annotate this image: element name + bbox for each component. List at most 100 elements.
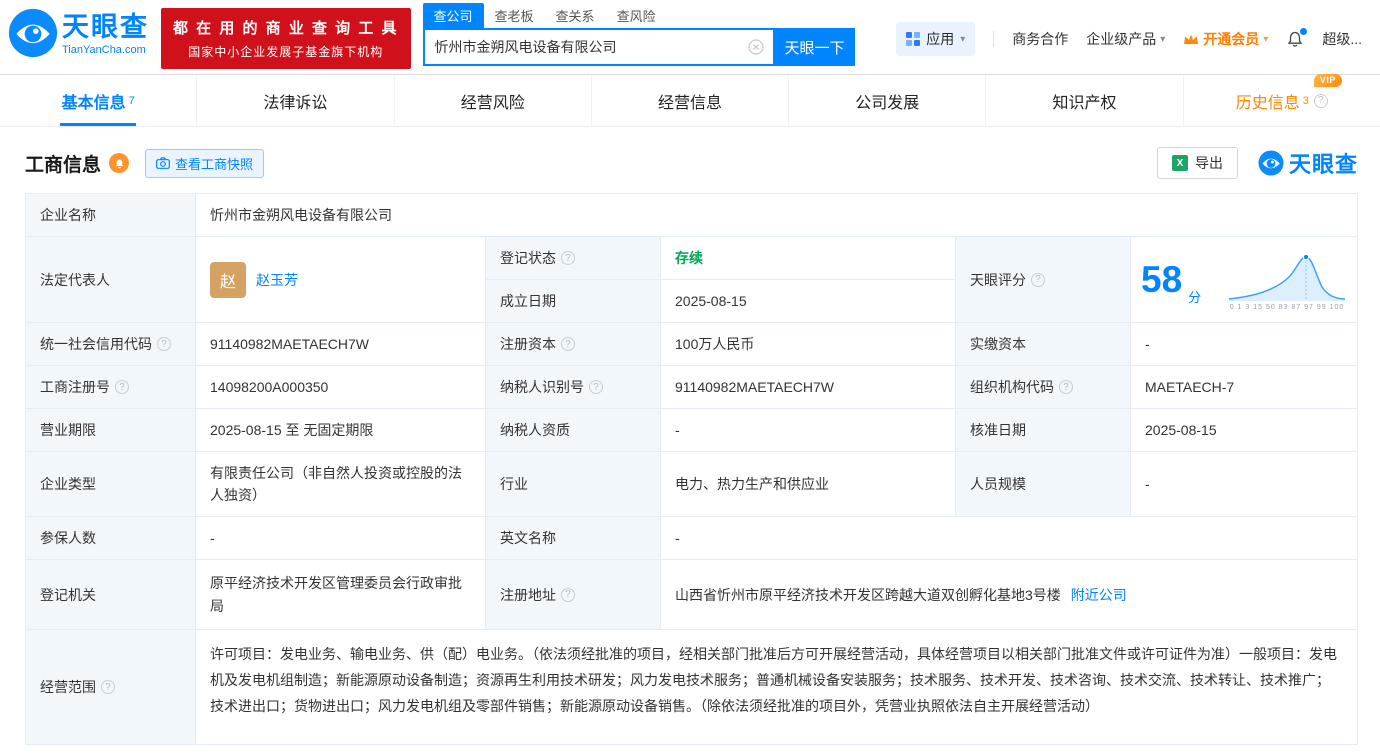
- help-icon[interactable]: [561, 588, 575, 602]
- label-credit-code: 统一社会信用代码: [26, 323, 196, 366]
- label-registration-authority: 登记机关: [26, 560, 196, 630]
- score-unit: 分: [1188, 287, 1201, 306]
- value-company-type: 有限责任公司（非自然人投资或控股的法人独资）: [196, 452, 486, 517]
- value-registration-number: 14098200A000350: [196, 366, 486, 409]
- caret-down-icon: ▾: [1160, 34, 1165, 45]
- value-credit-code: 91140982MAETAECH7W: [196, 323, 486, 366]
- value-registered-address: 山西省忻州市原平经济技术开发区跨越大道双创孵化基地3号楼 附近公司: [661, 560, 1358, 630]
- value-insured-count: -: [196, 517, 486, 560]
- label-establish-date: 成立日期: [486, 280, 661, 323]
- main-content: 工商信息 查看工商快照 X 导出 天眼查 企业名称 忻州市金朔风电设备有限公司 …: [0, 127, 1380, 745]
- value-tianyan-score[interactable]: 58 分 0 1 3 15 50 83 87 97 99 100: [1131, 237, 1358, 323]
- apps-label: 应用: [926, 29, 954, 49]
- tab-count-badge: 7: [129, 95, 135, 107]
- value-registration-status: 存续: [661, 237, 956, 280]
- value-establish-date: 2025-08-15: [661, 280, 956, 323]
- tab-company-development[interactable]: 公司发展: [789, 75, 986, 126]
- snapshot-button-label: 查看工商快照: [175, 154, 253, 173]
- subscribe-bell-icon[interactable]: [109, 153, 129, 173]
- excel-icon: X: [1172, 155, 1188, 171]
- tianyancha-logo[interactable]: 天眼查 TianYanCha.com: [8, 8, 149, 61]
- open-membership-label: 开通会员: [1203, 29, 1259, 49]
- tab-intellectual-property[interactable]: 知识产权: [986, 75, 1183, 126]
- menu-enterprise-products[interactable]: 企业级产品 ▾: [1086, 29, 1165, 49]
- value-approval-date: 2025-08-15: [1131, 409, 1358, 452]
- search-tab-company[interactable]: 查公司: [423, 3, 484, 28]
- value-paid-capital: -: [1131, 323, 1358, 366]
- brand-watermark: 天眼查: [1258, 147, 1358, 179]
- label-industry: 行业: [486, 452, 661, 517]
- menu-open-membership[interactable]: 开通会员 ▾: [1183, 29, 1268, 49]
- address-text: 山西省忻州市原平经济技术开发区跨越大道双创孵化基地3号楼: [675, 585, 1061, 605]
- status-badge: 存续: [675, 248, 703, 268]
- tab-count-badge: 3: [1303, 95, 1309, 107]
- user-menu[interactable]: 超级...: [1322, 29, 1362, 49]
- search-tab-risk[interactable]: 查风险: [606, 3, 667, 28]
- tab-legal-proceedings[interactable]: 法律诉讼: [197, 75, 394, 126]
- label-company-type: 企业类型: [26, 452, 196, 517]
- label-staff-size: 人员规模: [956, 452, 1131, 517]
- clear-search-icon[interactable]: [739, 39, 773, 55]
- help-icon[interactable]: [589, 380, 603, 394]
- active-tab-indicator: [60, 123, 136, 126]
- apps-button[interactable]: 应用 ▾: [896, 22, 975, 56]
- tab-label: 法律诉讼: [263, 89, 327, 113]
- label-taxpayer-quality: 纳税人资质: [486, 409, 661, 452]
- label-registration-number: 工商注册号: [26, 366, 196, 409]
- help-icon[interactable]: [1314, 94, 1328, 108]
- help-icon[interactable]: [115, 380, 129, 394]
- company-nav-tabs: 基本信息 7 法律诉讼 经营风险 经营信息 公司发展 知识产权 历史信息 3 V…: [0, 75, 1380, 127]
- label-tianyan-score: 天眼评分: [956, 237, 1131, 323]
- search-tab-boss[interactable]: 查老板: [484, 3, 545, 28]
- help-icon[interactable]: [561, 251, 575, 265]
- score-axis-ticks: 0 1 3 15 50 83 87 97 99 100: [1230, 304, 1345, 311]
- help-icon[interactable]: [1059, 380, 1073, 394]
- label-organization-code: 组织机构代码: [956, 366, 1131, 409]
- section-title: 工商信息: [25, 150, 101, 177]
- export-button[interactable]: X 导出: [1157, 147, 1238, 179]
- vip-badge: VIP: [1314, 74, 1342, 87]
- legal-rep-avatar[interactable]: 赵: [210, 262, 246, 298]
- value-business-scope: 许可项目：发电业务、输电业务、供（配）电业务。（依法须经批准的项目，经相关部门批…: [196, 630, 1358, 745]
- tab-basic-info[interactable]: 基本信息 7: [0, 75, 197, 126]
- help-icon[interactable]: [101, 680, 115, 694]
- help-icon[interactable]: [1031, 273, 1045, 287]
- help-icon[interactable]: [561, 337, 575, 351]
- label-paid-capital: 实缴资本: [956, 323, 1131, 366]
- tab-business-info[interactable]: 经营信息: [592, 75, 789, 126]
- tab-label: 知识产权: [1053, 89, 1117, 113]
- tab-operating-risk[interactable]: 经营风险: [395, 75, 592, 126]
- score-distribution-chart: 0 1 3 15 50 83 87 97 99 100: [1227, 249, 1347, 311]
- snapshot-button[interactable]: 查看工商快照: [145, 149, 264, 178]
- legal-rep-link[interactable]: 赵玉芳: [256, 270, 298, 290]
- search-box: [423, 28, 775, 66]
- value-taxpayer-id: 91140982MAETAECH7W: [661, 366, 956, 409]
- tianyancha-eye-icon: [8, 8, 58, 61]
- label-legal-representative: 法定代表人: [26, 237, 196, 323]
- value-organization-code: MAETAECH-7: [1131, 366, 1358, 409]
- tab-history-info[interactable]: 历史信息 3 VIP: [1184, 75, 1380, 126]
- promo-banner[interactable]: 都 在 用 的 商 业 查 询 工 具 国家中小企业发展子基金旗下机构: [161, 8, 411, 69]
- notification-dot: [1300, 28, 1307, 35]
- help-icon[interactable]: [157, 337, 171, 351]
- search-type-tabs: 查公司 查老板 查关系 查风险: [423, 6, 855, 28]
- apps-grid-icon: [906, 32, 920, 46]
- site-header: 天眼查 TianYanCha.com 都 在 用 的 商 业 查 询 工 具 国…: [0, 0, 1380, 75]
- tab-label: 经营风险: [461, 89, 525, 113]
- menu-business-cooperation[interactable]: 商务合作: [1012, 29, 1068, 49]
- label-english-name: 英文名称: [486, 517, 661, 560]
- label-taxpayer-id: 纳税人识别号: [486, 366, 661, 409]
- value-registered-capital: 100万人民币: [661, 323, 956, 366]
- tab-label: 历史信息: [1236, 89, 1300, 113]
- label-business-scope: 经营范围: [26, 630, 196, 745]
- camera-icon: [156, 157, 170, 169]
- enterprise-products-label: 企业级产品: [1086, 29, 1156, 49]
- value-company-name: 忻州市金朔风电设备有限公司: [196, 194, 1358, 237]
- search-tab-relation[interactable]: 查关系: [545, 3, 606, 28]
- promo-line-1: 都 在 用 的 商 业 查 询 工 具: [173, 17, 399, 38]
- caret-down-icon: ▾: [960, 34, 965, 45]
- nearby-companies-link[interactable]: 附近公司: [1071, 585, 1127, 605]
- search-input[interactable]: [425, 39, 739, 55]
- search-button[interactable]: 天眼一下: [775, 28, 855, 66]
- notification-bell-icon[interactable]: [1286, 30, 1304, 48]
